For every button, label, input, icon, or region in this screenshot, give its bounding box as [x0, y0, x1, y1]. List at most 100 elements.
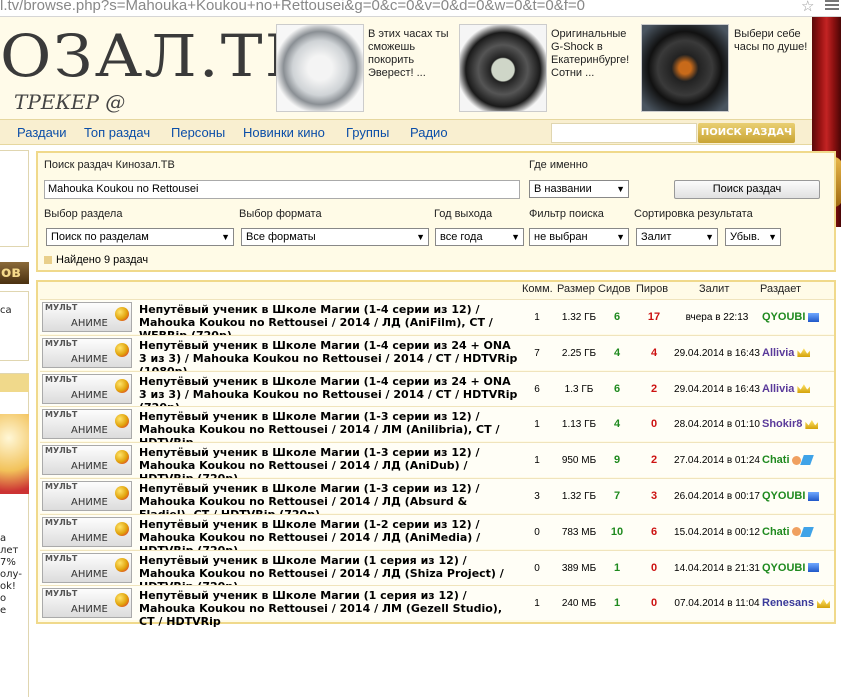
format-label: Выбор формата [239, 208, 322, 220]
where-select[interactable]: В названии ▼ [529, 180, 629, 198]
uploader-link[interactable]: Shokir8 [762, 407, 832, 442]
peers-count: 0 [650, 561, 658, 574]
format-select[interactable]: Все форматы ▼ [241, 228, 429, 246]
size-value: 1.13 ГБ [561, 419, 597, 431]
uploader-name[interactable]: Shokir8 [762, 418, 802, 430]
release-title-link[interactable]: Непутёвый ученик в Школе Магии (1 серия … [139, 589, 519, 628]
url-text[interactable]: l.tv/browse.php?s=Mahouka+Koukou+no+Rett… [0, 0, 585, 14]
table-row: МУЛЬТ АНИМЕ Непутёвый ученик в Школе Магии… [40, 442, 834, 485]
comments-count: 1 [534, 455, 540, 467]
chevron-down-icon: ▼ [768, 232, 777, 242]
year-select[interactable]: все года ▼ [435, 228, 524, 246]
uploader-name[interactable]: QYOUBI [762, 490, 805, 502]
quick-search-input[interactable] [551, 123, 697, 143]
filter-select-value: не выбран [534, 231, 588, 243]
sidebar-text[interactable]: са [0, 305, 12, 317]
category-bottom: АНИМЕ [71, 318, 108, 329]
uploader-name[interactable]: Chati [762, 526, 790, 538]
bookmark-star-icon[interactable]: ☆ [801, 0, 814, 15]
nav-item-new-movies[interactable]: Новинки кино [243, 125, 325, 140]
nav-item-persons[interactable]: Персоны [171, 125, 225, 140]
comments-count: 1 [534, 419, 540, 431]
avatar-icon [791, 455, 801, 465]
column-header-comments[interactable]: Комм. [522, 283, 553, 295]
uploader-name[interactable]: Allivia [762, 383, 794, 395]
category-badge[interactable]: МУЛЬТ АНИМЕ [42, 373, 132, 404]
upload-date: 26.04.2014 в 00:17 [674, 491, 760, 502]
seeds-count: 6 [613, 311, 621, 323]
category-badge[interactable]: МУЛЬТ АНИМЕ [42, 409, 132, 440]
watch-image[interactable] [459, 24, 547, 112]
browser-window: { "browser": { "url": "l.tv/browse.php?s… [0, 0, 841, 697]
category-badge[interactable]: МУЛЬТ АНИМЕ [42, 588, 132, 619]
ad-text[interactable]: В этих часах ты сможешь покорить Эверест… [368, 28, 448, 80]
column-header-peers[interactable]: Пиров [636, 283, 668, 295]
category-badge[interactable]: МУЛЬТ АНИМЕ [42, 337, 132, 368]
filter-select[interactable]: не выбран ▼ [529, 228, 629, 246]
site-logo[interactable]: ОЗАЛ.ТВ [0, 22, 313, 90]
query-label: Поиск раздач Кинозал.ТВ [44, 159, 175, 171]
uploader-name[interactable]: Renesans [762, 597, 814, 609]
uploader-name[interactable]: QYOUBI [762, 562, 805, 574]
balloon-icon [115, 307, 129, 321]
category-top: МУЛЬТ [45, 589, 78, 599]
size-value: 950 МБ [561, 455, 597, 467]
address-bar[interactable]: l.tv/browse.php?s=Mahouka+Koukou+no+Rett… [0, 0, 841, 17]
category-badge[interactable]: МУЛЬТ АНИМЕ [42, 552, 132, 583]
upload-date: 15.04.2014 в 00:12 [674, 526, 760, 538]
uploader-link[interactable]: Chati [762, 515, 832, 550]
comments-count: 3 [534, 491, 540, 502]
watch-image[interactable] [641, 24, 729, 112]
upload-date: 29.04.2014 в 16:43 [674, 383, 760, 395]
nav-item-releases[interactable]: Раздачи [17, 125, 67, 140]
seeds-count: 6 [613, 382, 621, 395]
seeds-count: 4 [613, 418, 621, 431]
table-row: МУЛЬТ АНИМЕ Непутёвый ученик в Школе Магии… [40, 370, 834, 414]
size-value: 783 МБ [561, 526, 597, 538]
nav-item-top[interactable]: Топ раздач [84, 125, 150, 140]
uploader-link[interactable]: QYOUBI [762, 551, 832, 586]
uploader-name[interactable]: Chati [762, 454, 790, 466]
ad-banner-1[interactable]: В этих часах ты сможешь покорить Эверест… [276, 24, 456, 112]
uploader-link[interactable]: Renesans [762, 586, 832, 621]
size-value: 389 МБ [561, 562, 597, 574]
balloon-icon [115, 593, 129, 608]
column-header-uploaded[interactable]: Залит [699, 283, 729, 295]
sort-select[interactable]: Залит ▼ [636, 228, 718, 246]
uploader-name[interactable]: QYOUBI [762, 311, 805, 323]
uploader-link[interactable]: QYOUBI [762, 300, 832, 335]
column-header-size[interactable]: Размер [557, 283, 595, 295]
ad-text[interactable]: Выбери себе часы по душе! [734, 28, 807, 54]
watch-image[interactable] [276, 24, 364, 112]
sidebar-text[interactable]: а лет 7% олу- ok! о е [0, 533, 22, 617]
ad-text[interactable]: Оригинальные G-Shock в Екатеринбурге! Со… [551, 28, 629, 80]
order-select[interactable]: Убыв. ▼ [725, 228, 781, 246]
category-badge[interactable]: МУЛЬТ АНИМЕ [42, 516, 132, 547]
table-row: МУЛЬТ АНИМЕ Непутёвый ученик в Школе Магии… [40, 549, 834, 593]
browser-menu-icon[interactable] [825, 0, 841, 14]
column-header-uploader[interactable]: Раздает [760, 283, 801, 295]
uploader-link[interactable]: QYOUBI [762, 479, 832, 514]
ad-banner-2[interactable]: Оригинальные G-Shock в Екатеринбурге! Со… [459, 24, 639, 112]
category-badge[interactable]: МУЛЬТ АНИМЕ [42, 302, 132, 332]
nav-item-groups[interactable]: Группы [346, 125, 389, 140]
uploader-name[interactable]: Allivia [762, 347, 794, 359]
quick-search-button[interactable]: ПОИСК РАЗДАЧ [698, 123, 795, 143]
search-submit-button[interactable]: Поиск раздач [674, 180, 820, 199]
category-badge[interactable]: МУЛЬТ АНИМЕ [42, 481, 132, 511]
popcorn-image[interactable] [0, 414, 29, 494]
column-header-seeds[interactable]: Сидов [598, 283, 630, 295]
nav-item-radio[interactable]: Радио [410, 125, 448, 140]
category-top: МУЛЬТ [45, 446, 78, 456]
ad-banner-3[interactable]: Выбери себе часы по душе! [641, 24, 811, 112]
results-count: Найдено 9 раздач [44, 254, 148, 266]
sidebar-box [0, 150, 29, 247]
query-input[interactable]: Mahouka Koukou no Rettousei [44, 180, 520, 199]
section-select[interactable]: Поиск по разделам ▼ [46, 228, 234, 246]
uploader-link[interactable]: Chati [762, 443, 832, 478]
uploader-link[interactable]: Allivia [762, 372, 832, 407]
size-value: 1.32 ГБ [561, 491, 597, 502]
category-top: МУЛЬТ [45, 482, 78, 491]
category-badge[interactable]: МУЛЬТ АНИМЕ [42, 445, 132, 476]
uploader-link[interactable]: Allivia [762, 336, 832, 371]
